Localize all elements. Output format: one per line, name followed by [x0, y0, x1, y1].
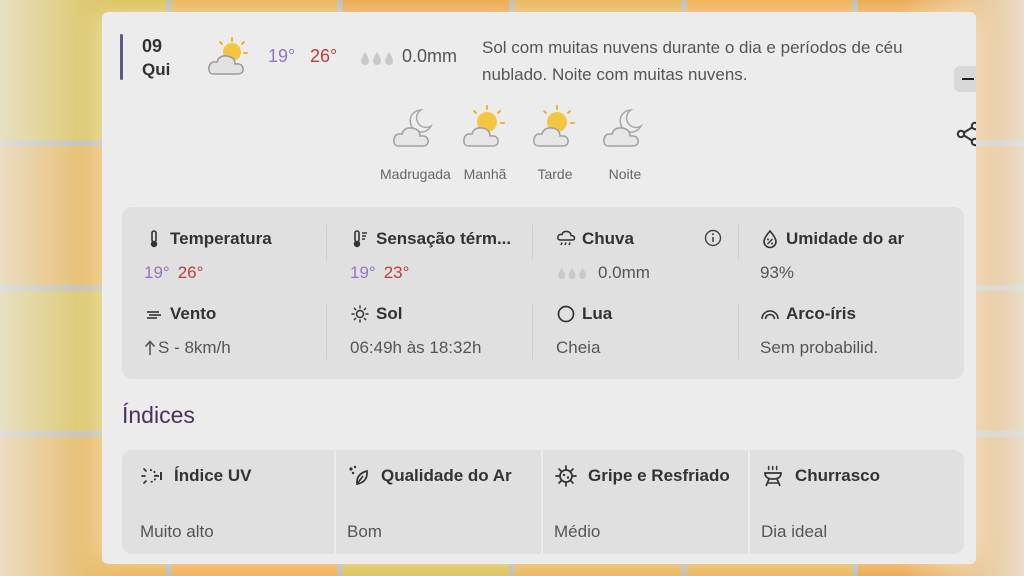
rainbow-icon — [761, 310, 779, 320]
index-barbecue[interactable]: Churrasco Dia ideal — [743, 450, 949, 554]
humidity-value: 93% — [760, 263, 795, 282]
sun-icon — [351, 305, 369, 323]
grill-icon — [764, 465, 782, 487]
indices-heading: Índices — [122, 402, 195, 428]
detail-feels-like: Sensação térm... 19° 23° — [350, 229, 550, 299]
uv-icon — [141, 468, 162, 484]
feels-min: 19° — [350, 263, 376, 282]
info-icon[interactable] — [704, 229, 722, 247]
temp-max: 26° — [310, 46, 338, 66]
rain-cloud-icon — [557, 230, 576, 246]
divider — [738, 303, 739, 359]
divider — [326, 225, 327, 261]
index-flu[interactable]: Gripe e Resfriado Médio — [536, 450, 742, 554]
virus-icon — [555, 465, 577, 487]
moon-icon — [557, 305, 575, 323]
detail-wind: Vento S - 8km/h — [144, 304, 344, 374]
detail-temperature: Temperatura 19° 26° — [144, 229, 344, 299]
rain-value: 0.0mm — [598, 263, 650, 282]
weather-details: Temperatura 19° 26° Sensação térm... 19°… — [122, 207, 964, 379]
detail-moon: Lua Cheia — [556, 304, 756, 374]
temp-min: 19° — [144, 263, 170, 282]
divider — [738, 225, 739, 261]
leaf-icon — [349, 465, 368, 486]
detail-sun: Sol 06:49h às 18:32h — [350, 304, 550, 374]
detail-title: Arco-íris — [786, 304, 856, 323]
wind-value: S - 8km/h — [158, 338, 231, 357]
moon-value: Cheia — [556, 338, 601, 357]
period-label: Madrugada — [380, 166, 451, 182]
index-uv[interactable]: Índice UV Muito alto — [122, 450, 328, 554]
index-air-quality[interactable]: Qualidade do Ar Bom — [329, 450, 535, 554]
detail-title: Chuva — [582, 229, 634, 248]
divider — [532, 225, 533, 261]
humidity-icon — [763, 229, 777, 249]
feels-max: 23° — [383, 263, 410, 282]
detail-title: Lua — [582, 304, 613, 323]
temp-max: 26° — [177, 263, 204, 282]
sun-cloud-icon — [208, 37, 248, 75]
detail-title: Temperatura — [170, 229, 272, 248]
share-icon[interactable] — [954, 120, 976, 148]
sun-cloud-icon — [533, 105, 575, 147]
period-noite: Noite — [590, 104, 660, 182]
period-label: Tarde — [537, 166, 573, 182]
temp-min: 19° — [268, 46, 296, 66]
arrow-up-icon — [144, 340, 156, 355]
divider — [532, 303, 533, 359]
index-value: Bom — [347, 522, 382, 541]
detail-title: Sol — [376, 304, 403, 323]
rainbow-value: Sem probabilid. — [760, 338, 879, 357]
collapse-button[interactable] — [954, 66, 976, 92]
day-periods: Madrugada Manhã Tarde Noite — [380, 104, 660, 182]
day-accent-bar — [120, 34, 123, 80]
moon-cloud-icon — [393, 109, 433, 147]
detail-title: Vento — [170, 304, 217, 323]
thermometer-icon — [150, 230, 158, 248]
index-label: Qualidade do Ar — [381, 466, 512, 485]
period-label: Manhã — [463, 166, 507, 182]
moon-cloud-icon — [603, 109, 643, 147]
day-number: 09 — [142, 36, 163, 56]
minus-icon — [962, 78, 974, 80]
index-label: Índice UV — [174, 466, 252, 485]
index-value: Dia ideal — [761, 522, 828, 541]
period-label: Noite — [608, 166, 642, 182]
wind-icon — [147, 311, 161, 319]
sun-value: 06:49h às 18:32h — [350, 338, 482, 357]
feels-like-icon — [353, 230, 367, 248]
index-value: Muito alto — [140, 522, 214, 541]
detail-title: Umidade do ar — [786, 229, 905, 248]
sun-cloud-icon — [463, 105, 505, 147]
indices-list: Índice UV Muito alto Qualidade do Ar Bom… — [122, 450, 964, 554]
day-summary[interactable]: 09 Qui 19° 26° 0.0mm Sol com muitas nuve… — [120, 34, 976, 147]
divider — [326, 303, 327, 359]
detail-humidity: Umidade do ar 93% — [760, 229, 960, 299]
period-tarde: Tarde — [520, 104, 590, 182]
detail-rain: Chuva 0.0mm — [556, 229, 756, 299]
index-label: Gripe e Resfriado — [588, 466, 730, 485]
index-label: Churrasco — [795, 466, 881, 485]
rain-drops-icon — [558, 267, 587, 280]
day-weekday: Qui — [142, 60, 171, 79]
rain-drops-icon — [361, 52, 393, 65]
day-description: Sol com muitas nuvens durante o dia e pe… — [482, 38, 903, 84]
index-value: Médio — [554, 522, 601, 541]
period-manha: Manhã — [450, 104, 520, 182]
rain-amount: 0.0mm — [402, 46, 458, 66]
forecast-card: 09 Qui 19° 26° 0.0mm Sol com muitas nuve… — [102, 12, 976, 564]
detail-title: Sensação térm... — [376, 229, 512, 248]
period-madrugada: Madrugada — [380, 104, 451, 182]
detail-rainbow: Arco-íris Sem probabilid. — [760, 304, 960, 374]
